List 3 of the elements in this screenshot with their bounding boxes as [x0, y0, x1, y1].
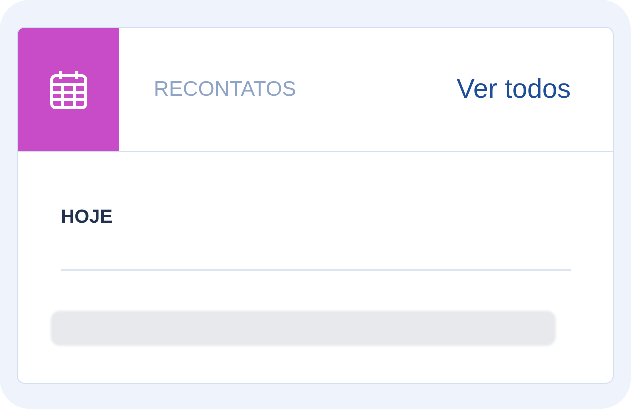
section-heading: HOJE [61, 206, 114, 230]
view-all-link[interactable]: Ver todos [456, 69, 571, 110]
card-title: RECONTATOS [154, 76, 298, 103]
